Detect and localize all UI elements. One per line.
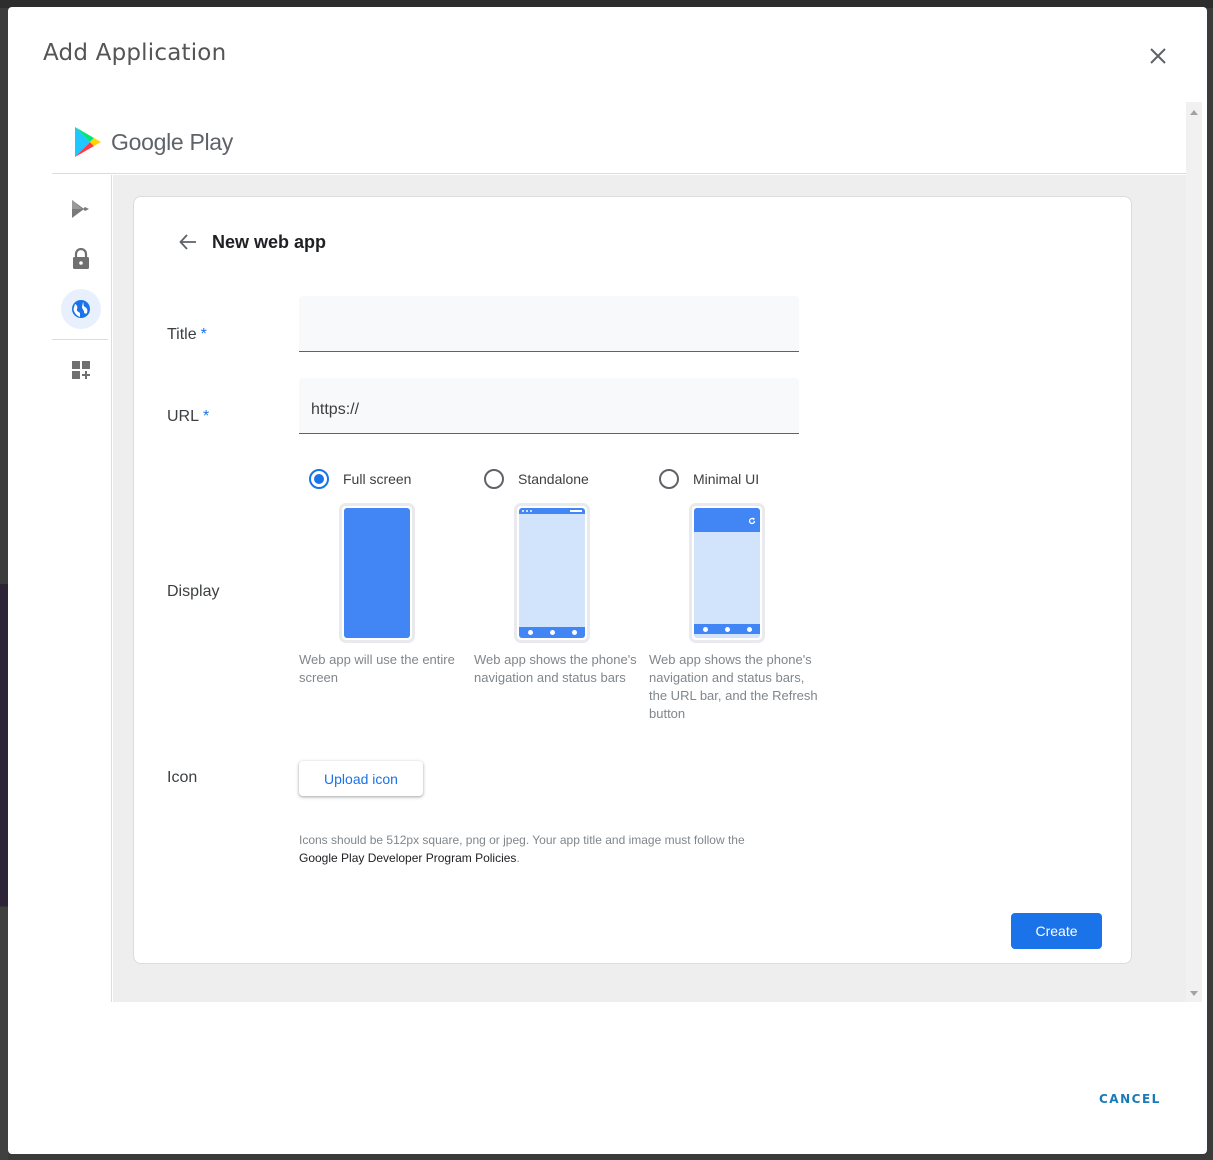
display-option-standalone: Standalone Web app shows the phone's nav… xyxy=(474,467,644,685)
refresh-icon xyxy=(748,517,756,525)
standalone-radio-row[interactable]: Standalone xyxy=(474,467,644,491)
rail-item-private-apps[interactable] xyxy=(61,239,101,279)
standalone-label: Standalone xyxy=(518,471,589,487)
title-label-text: Title xyxy=(167,326,197,343)
scroll-down-arrow-icon[interactable] xyxy=(1190,991,1198,996)
url-label-text: URL xyxy=(167,408,200,425)
display-option-minimal-ui: Minimal UI Web app shows the phone's nav… xyxy=(649,467,819,721)
rail-item-organize-apps[interactable] xyxy=(61,350,101,390)
standalone-description: Web app shows the phone's navigation and… xyxy=(474,652,637,685)
globe-icon xyxy=(72,300,90,318)
full-screen-phone-illustration xyxy=(339,503,415,643)
status-bar xyxy=(519,508,585,514)
title-label: Title * xyxy=(167,326,207,344)
help-suffix: . xyxy=(516,851,520,865)
icon-help-text: Icons should be 512px square, png or jpe… xyxy=(299,831,819,867)
scrollbar[interactable] xyxy=(1186,102,1202,1002)
rail-item-play-apps[interactable] xyxy=(61,189,101,229)
card-title: New web app xyxy=(212,231,327,252)
content-area: New web app Title* URL* Display Full scr… xyxy=(113,175,1186,1002)
google-play-header: Google Play xyxy=(52,102,1186,174)
url-bar xyxy=(694,508,760,532)
phone-screen xyxy=(344,508,410,638)
full-screen-label: Full screen xyxy=(343,471,412,487)
program-policies-link[interactable]: Google Play Developer Program Policies xyxy=(299,851,516,865)
standalone-radio[interactable] xyxy=(484,469,504,489)
create-button[interactable]: Create xyxy=(1011,913,1102,949)
required-marker: * xyxy=(200,326,207,343)
upload-icon-button[interactable]: Upload icon xyxy=(299,761,423,796)
backdrop-right xyxy=(1207,8,1213,1160)
google-play-logo-icon xyxy=(75,127,101,157)
full-screen-description: Web app will use the entire screen xyxy=(299,652,455,685)
nav-rail xyxy=(52,175,112,1002)
scroll-up-arrow-icon[interactable] xyxy=(1190,110,1198,115)
required-marker: * xyxy=(203,408,210,425)
phone-screen xyxy=(694,508,760,638)
arrow-back-icon xyxy=(179,234,196,250)
rail-item-web-apps[interactable] xyxy=(61,289,101,329)
rail-divider xyxy=(52,339,108,340)
full-screen-radio[interactable] xyxy=(309,469,329,489)
minimal-ui-radio[interactable] xyxy=(659,469,679,489)
url-input[interactable] xyxy=(299,378,799,434)
close-button[interactable] xyxy=(1146,44,1170,68)
minimal-ui-label: Minimal UI xyxy=(693,471,760,487)
minimal-ui-radio-row[interactable]: Minimal UI xyxy=(649,467,819,491)
phone-screen xyxy=(519,508,585,638)
apps-add-icon xyxy=(72,361,90,379)
card-header: New web app xyxy=(176,230,326,254)
managed-play-iframe: Google Play New web app Title * URL * ht… xyxy=(52,102,1202,1002)
google-play-body: New web app Title* URL* Display Full scr… xyxy=(52,175,1186,1002)
url-label: URL * xyxy=(167,408,209,426)
backdrop-left xyxy=(0,8,8,1160)
nav-bar xyxy=(519,627,585,638)
standalone-phone-illustration xyxy=(514,503,590,643)
title-input[interactable] xyxy=(299,296,799,352)
icon-label: Icon xyxy=(167,769,198,786)
display-option-full-screen: Full screen Web app will use the entire … xyxy=(299,467,469,685)
cancel-button[interactable]: CANCEL xyxy=(1093,1091,1167,1107)
back-button[interactable] xyxy=(176,230,200,254)
full-screen-radio-row[interactable]: Full screen xyxy=(299,467,469,491)
minimal-ui-phone-illustration xyxy=(689,503,765,643)
google-play-logo-text: Google Play xyxy=(111,128,233,155)
close-icon xyxy=(1150,48,1166,64)
icon-help-message: Icons should be 512px square, png or jpe… xyxy=(299,833,745,847)
minimal-ui-description: Web app shows the phone's navigation and… xyxy=(649,652,818,721)
display-label: Display xyxy=(167,583,220,600)
add-application-dialog: Add Application Google Play New web app … xyxy=(8,7,1207,1154)
play-apps-icon xyxy=(72,200,89,218)
nav-bar xyxy=(694,624,760,634)
new-web-app-card: New web app Title* URL* Display Full scr… xyxy=(133,196,1132,964)
dialog-title: Add Application xyxy=(43,40,227,66)
lock-icon xyxy=(73,248,89,269)
google-play-logo: Google Play xyxy=(73,126,233,158)
